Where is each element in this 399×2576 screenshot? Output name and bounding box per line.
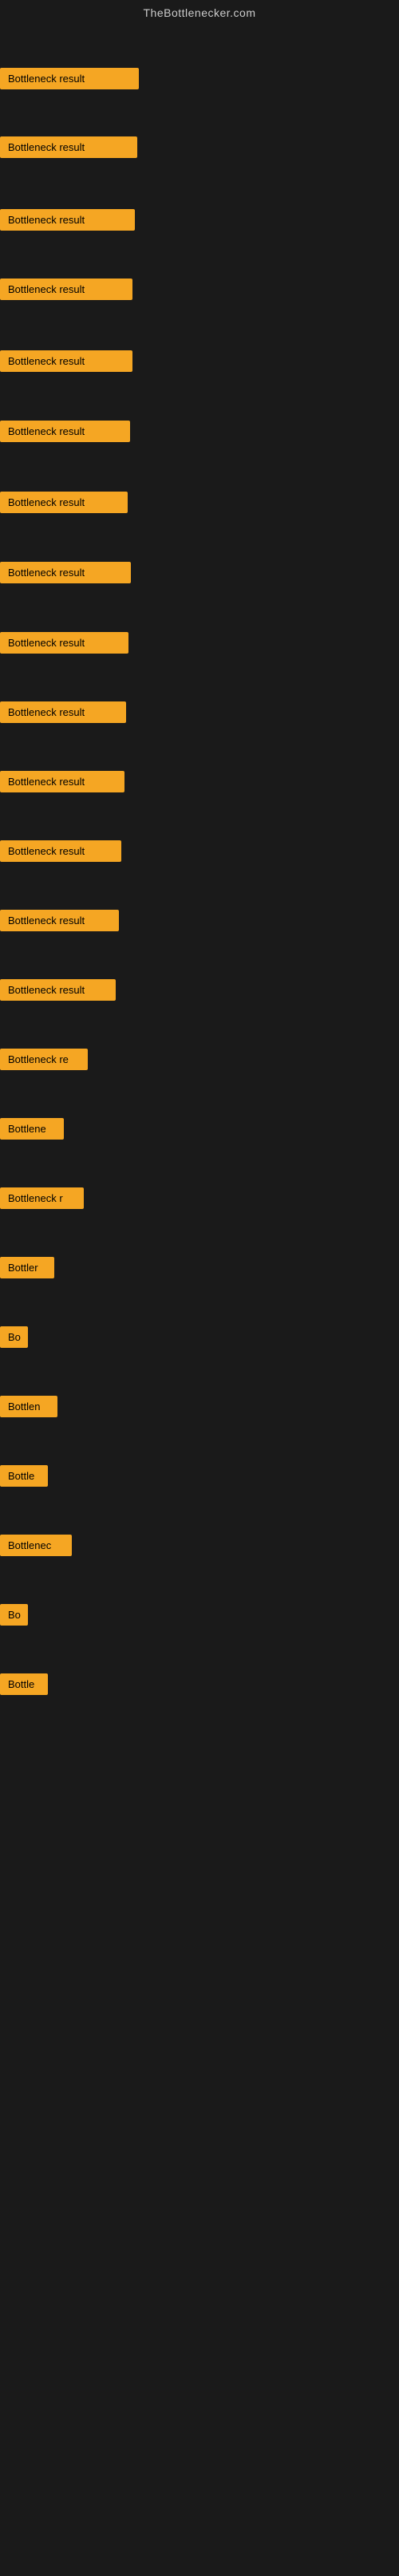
bottleneck-result-row-10: Bottleneck result — [0, 701, 126, 727]
bottleneck-result-row-16: Bottlene — [0, 1118, 64, 1144]
bottleneck-result-badge-16[interactable]: Bottlene — [0, 1118, 64, 1140]
bottleneck-result-badge-22[interactable]: Bottlenec — [0, 1535, 72, 1556]
bottleneck-result-badge-18[interactable]: Bottler — [0, 1257, 54, 1278]
bottleneck-result-row-9: Bottleneck result — [0, 632, 128, 658]
bottleneck-result-badge-21[interactable]: Bottle — [0, 1465, 48, 1487]
bottleneck-result-badge-14[interactable]: Bottleneck result — [0, 979, 116, 1001]
bottleneck-result-badge-1[interactable]: Bottleneck result — [0, 68, 139, 89]
bottleneck-result-row-23: Bo — [0, 1604, 28, 1630]
bottleneck-result-row-17: Bottleneck r — [0, 1187, 84, 1213]
bottleneck-result-badge-23[interactable]: Bo — [0, 1604, 28, 1626]
bottleneck-result-row-19: Bo — [0, 1326, 28, 1352]
bottleneck-result-badge-2[interactable]: Bottleneck result — [0, 136, 137, 158]
bottleneck-result-row-4: Bottleneck result — [0, 279, 132, 304]
bottleneck-result-badge-19[interactable]: Bo — [0, 1326, 28, 1348]
bottleneck-result-row-20: Bottlen — [0, 1396, 57, 1421]
bottleneck-result-row-3: Bottleneck result — [0, 209, 135, 235]
bottleneck-result-row-21: Bottle — [0, 1465, 48, 1491]
bottleneck-result-row-7: Bottleneck result — [0, 492, 128, 517]
bottleneck-result-badge-9[interactable]: Bottleneck result — [0, 632, 128, 654]
bottleneck-result-row-5: Bottleneck result — [0, 350, 132, 376]
bottleneck-result-row-24: Bottle — [0, 1673, 48, 1699]
bottleneck-result-row-11: Bottleneck result — [0, 771, 124, 796]
bottleneck-result-row-18: Bottler — [0, 1257, 54, 1282]
bottleneck-result-badge-3[interactable]: Bottleneck result — [0, 209, 135, 231]
bottleneck-result-badge-20[interactable]: Bottlen — [0, 1396, 57, 1417]
bottleneck-result-badge-17[interactable]: Bottleneck r — [0, 1187, 84, 1209]
bottleneck-result-badge-4[interactable]: Bottleneck result — [0, 279, 132, 300]
bottleneck-result-badge-24[interactable]: Bottle — [0, 1673, 48, 1695]
bottleneck-result-row-14: Bottleneck result — [0, 979, 116, 1005]
bottleneck-result-badge-15[interactable]: Bottleneck re — [0, 1049, 88, 1070]
bottleneck-result-badge-12[interactable]: Bottleneck result — [0, 840, 121, 862]
bottleneck-result-badge-13[interactable]: Bottleneck result — [0, 910, 119, 931]
bottleneck-result-row-2: Bottleneck result — [0, 136, 137, 162]
site-title: TheBottlenecker.com — [0, 0, 399, 22]
bottleneck-result-badge-8[interactable]: Bottleneck result — [0, 562, 131, 583]
bottleneck-result-row-12: Bottleneck result — [0, 840, 121, 866]
bottleneck-result-badge-7[interactable]: Bottleneck result — [0, 492, 128, 513]
bottleneck-result-badge-5[interactable]: Bottleneck result — [0, 350, 132, 372]
bottleneck-result-row-13: Bottleneck result — [0, 910, 119, 935]
bottleneck-result-row-6: Bottleneck result — [0, 421, 130, 446]
bottleneck-result-badge-6[interactable]: Bottleneck result — [0, 421, 130, 442]
bottleneck-result-row-1: Bottleneck result — [0, 68, 139, 93]
bottleneck-result-row-8: Bottleneck result — [0, 562, 131, 587]
bottleneck-result-row-15: Bottleneck re — [0, 1049, 88, 1074]
bottleneck-result-row-22: Bottlenec — [0, 1535, 72, 1560]
bottleneck-result-badge-11[interactable]: Bottleneck result — [0, 771, 124, 792]
bottleneck-result-badge-10[interactable]: Bottleneck result — [0, 701, 126, 723]
